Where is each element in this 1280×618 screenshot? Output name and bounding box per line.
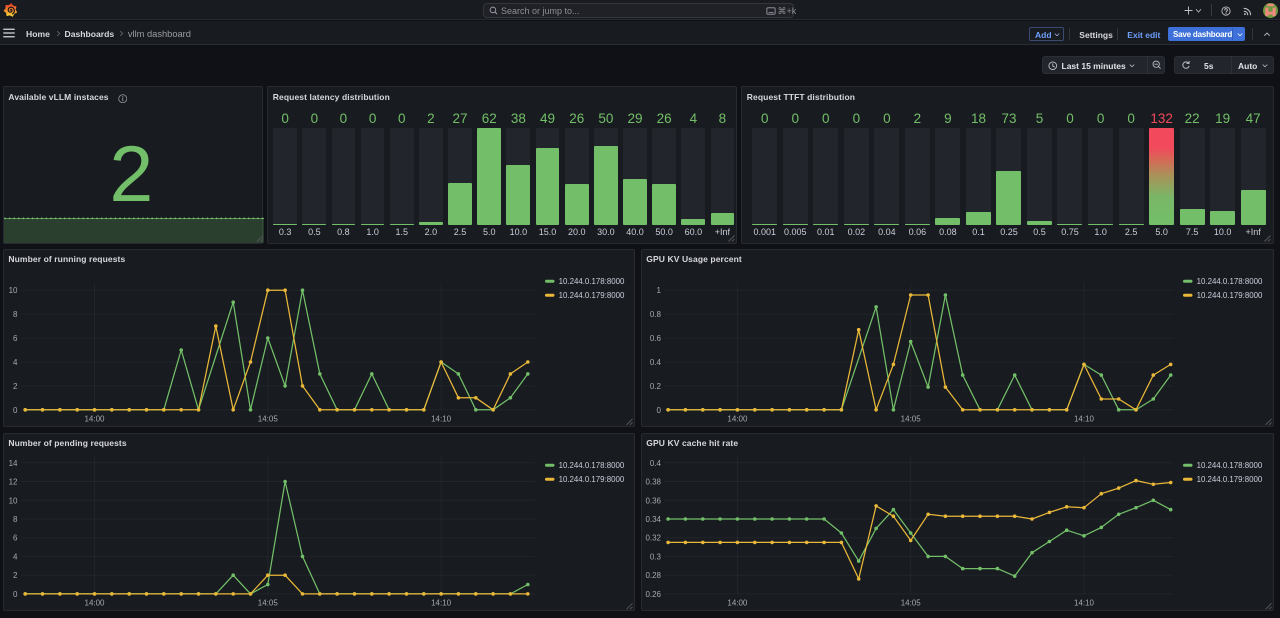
svg-text:14:10: 14:10 [1074, 414, 1095, 423]
svg-text:14:00: 14:00 [84, 414, 105, 423]
svg-text:14:00: 14:00 [84, 598, 105, 607]
svg-text:14:10: 14:10 [431, 414, 452, 423]
svg-text:14:05: 14:05 [900, 414, 921, 423]
svg-text:14:05: 14:05 [258, 598, 279, 607]
svg-text:10: 10 [9, 496, 18, 505]
svg-text:10.244.0.178:8000: 10.244.0.178:8000 [558, 461, 624, 470]
svg-text:14:05: 14:05 [901, 598, 922, 607]
svg-text:10: 10 [8, 286, 17, 295]
svg-text:10.244.0.178:8000: 10.244.0.178:8000 [558, 277, 624, 286]
svg-text:14:05: 14:05 [258, 414, 279, 423]
svg-text:14:10: 14:10 [1074, 598, 1095, 607]
svg-text:1: 1 [656, 286, 661, 295]
svg-text:0.28: 0.28 [645, 571, 661, 580]
svg-text:10.244.0.179:8000: 10.244.0.179:8000 [1196, 291, 1262, 300]
svg-text:6: 6 [13, 334, 18, 343]
svg-text:0.26: 0.26 [645, 589, 661, 598]
svg-text:2: 2 [13, 382, 18, 391]
svg-text:4: 4 [13, 552, 18, 561]
svg-text:8: 8 [13, 310, 18, 319]
svg-text:0.32: 0.32 [645, 533, 661, 542]
svg-text:0: 0 [656, 405, 661, 414]
svg-text:0.4: 0.4 [650, 358, 662, 367]
svg-text:14:10: 14:10 [431, 598, 452, 607]
svg-text:0.3: 0.3 [650, 552, 662, 561]
svg-text:8: 8 [13, 515, 18, 524]
svg-text:0.6: 0.6 [650, 334, 662, 343]
svg-text:2: 2 [13, 571, 18, 580]
svg-text:14:00: 14:00 [727, 414, 748, 423]
svg-text:0.8: 0.8 [650, 310, 662, 319]
svg-text:0.4: 0.4 [650, 458, 662, 467]
svg-text:4: 4 [13, 358, 18, 367]
svg-text:10.244.0.178:8000: 10.244.0.178:8000 [1196, 461, 1262, 470]
svg-text:0.36: 0.36 [645, 496, 661, 505]
svg-text:12: 12 [9, 477, 18, 486]
svg-text:0: 0 [13, 589, 18, 598]
svg-text:10.244.0.179:8000: 10.244.0.179:8000 [558, 291, 624, 300]
svg-text:0.2: 0.2 [650, 382, 662, 391]
svg-text:0.38: 0.38 [645, 477, 661, 486]
svg-text:0: 0 [13, 405, 18, 414]
svg-text:14: 14 [9, 458, 18, 467]
svg-text:10.244.0.179:8000: 10.244.0.179:8000 [1196, 474, 1262, 483]
svg-text:10.244.0.179:8000: 10.244.0.179:8000 [558, 474, 624, 483]
svg-text:6: 6 [13, 533, 18, 542]
svg-text:10.244.0.178:8000: 10.244.0.178:8000 [1196, 277, 1262, 286]
svg-text:0.34: 0.34 [645, 515, 661, 524]
svg-text:14:00: 14:00 [727, 598, 748, 607]
